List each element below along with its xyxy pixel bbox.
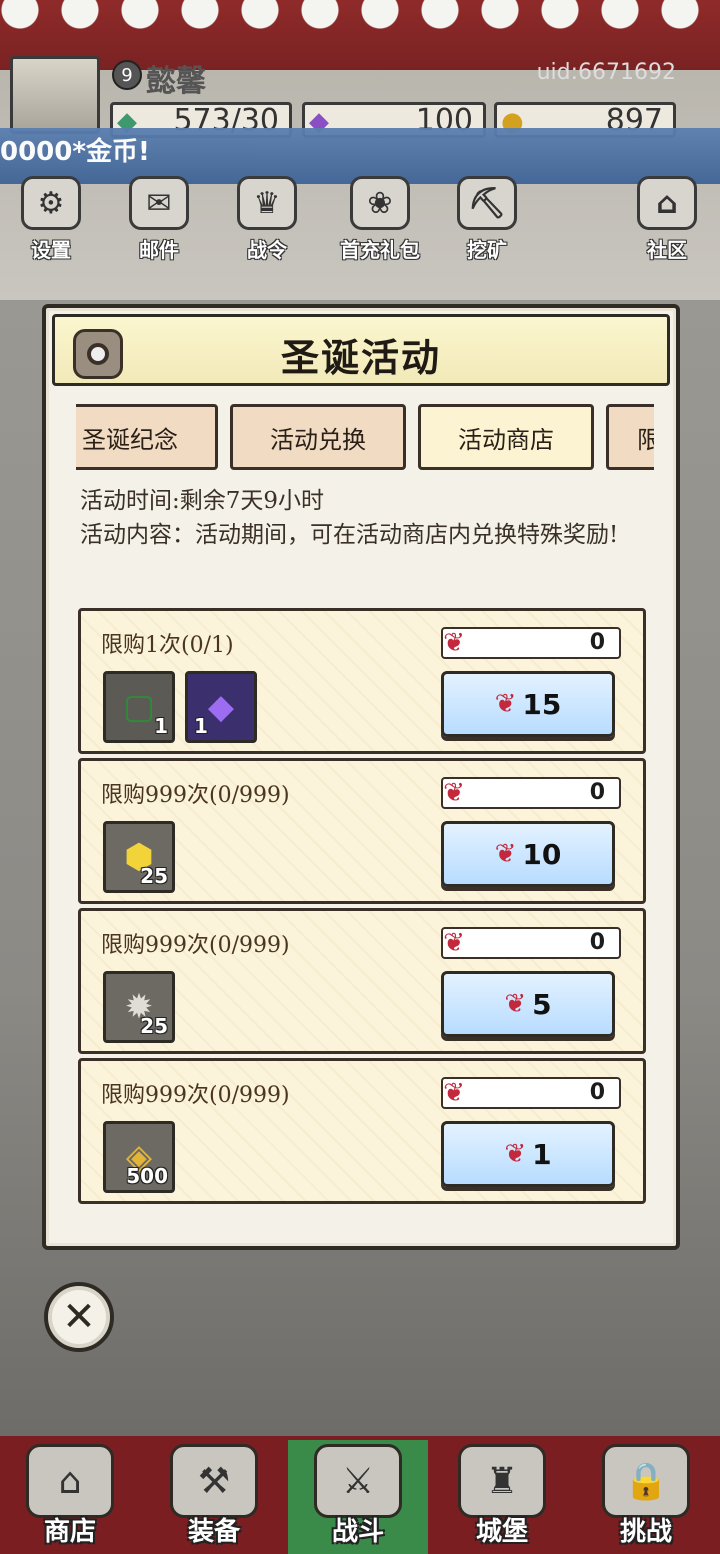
owned-count: ❦ 0 <box>441 1077 621 1109</box>
christmas-event-dialog: 圣诞活动 圣诞纪念 活动兑换 活动商店 限 活动时间:剩余7天9小时 活动内容：… <box>42 304 680 1250</box>
battle-pass-button[interactable]: ♛ 战令 <box>222 176 312 263</box>
reward-slot[interactable]: ⬢ 25 <box>103 821 175 893</box>
uid-text: uid:6671692 <box>536 60 676 85</box>
nav-equipment[interactable]: ⚒ 装备 <box>144 1440 284 1554</box>
reward-qty: 1 <box>154 714 168 738</box>
castle-icon: ♜ <box>458 1444 546 1518</box>
community-button[interactable]: ⌂ 社区 <box>622 176 712 263</box>
buy-button[interactable]: ❦ 15 <box>441 671 615 737</box>
purchase-limit: 限购1次(0/1) <box>101 633 234 658</box>
mining-icon: ⛏ <box>457 176 517 230</box>
purchase-limit: 限购999次(0/999) <box>101 783 290 808</box>
gift-bag-icon: ❀ <box>350 176 410 230</box>
reward-qty: 25 <box>140 1014 168 1038</box>
owned-value: 0 <box>589 930 605 955</box>
nav-label: 装备 <box>187 1517 240 1547</box>
community-label: 社区 <box>647 238 687 262</box>
reward-slot[interactable]: ▢ 1 <box>103 671 175 743</box>
price-value: 5 <box>532 987 552 1021</box>
nav-label: 战斗 <box>331 1517 384 1547</box>
mail-button[interactable]: ✉ 邮件 <box>114 176 204 263</box>
battle-pass-icon: ♛ <box>237 176 297 230</box>
nav-label: 挑战 <box>619 1517 672 1547</box>
nav-castle[interactable]: ♜ 城堡 <box>432 1440 572 1554</box>
tab-bar: 圣诞纪念 活动兑换 活动商店 限 <box>76 404 654 472</box>
candy-cane-icon: ❦ <box>494 689 517 719</box>
player-avatar[interactable] <box>10 56 100 134</box>
close-button[interactable]: ✕ <box>44 1282 114 1352</box>
owned-count: ❦ 0 <box>441 927 621 959</box>
price-value: 10 <box>522 837 562 871</box>
nav-label: 城堡 <box>475 1517 528 1547</box>
shop-item-card: 限购999次(0/999) ❦ 0 ◈ 500 ❦ 1 <box>78 1058 646 1204</box>
owned-value: 0 <box>589 630 605 655</box>
gear-icon: ⚙ <box>21 176 81 230</box>
level-badge: 9 <box>112 60 142 90</box>
marquee-text: 0000*金币! <box>0 137 150 167</box>
price-value: 15 <box>522 687 562 721</box>
shop-item-card: 限购999次(0/999) ❦ 0 ⬢ 25 ❦ 10 <box>78 758 646 904</box>
battle-pass-label: 战令 <box>247 238 287 262</box>
shop-item-card: 限购999次(0/999) ❦ 0 ✹ 25 ❦ 5 <box>78 908 646 1054</box>
shop-icon: ⌂ <box>26 1444 114 1518</box>
nav-label: 商店 <box>43 1517 96 1547</box>
tab-limited[interactable]: 限 <box>606 404 654 470</box>
price-value: 1 <box>532 1137 552 1171</box>
buy-button[interactable]: ❦ 10 <box>441 821 615 887</box>
owned-value: 0 <box>589 1080 605 1105</box>
reward-slot[interactable]: ✹ 25 <box>103 971 175 1043</box>
tab-event-exchange[interactable]: 活动兑换 <box>230 404 406 470</box>
candy-cane-icon: ❦ <box>504 1139 527 1169</box>
lock-icon: 🔒 <box>602 1444 690 1518</box>
candy-cane-icon: ❦ <box>443 628 465 658</box>
event-time-text: 活动时间:剩余7天9小时 <box>80 488 325 514</box>
snow-decoration <box>0 0 720 40</box>
owned-count: ❦ 0 <box>441 627 621 659</box>
candy-cane-icon: ❦ <box>504 989 527 1019</box>
reward-qty: 500 <box>126 1164 168 1188</box>
nav-battle[interactable]: ⚔ 战斗 <box>288 1440 428 1554</box>
buy-button[interactable]: ❦ 1 <box>441 1121 615 1187</box>
candy-cane-icon: ❦ <box>443 1078 465 1108</box>
dialog-header: 圣诞活动 <box>52 314 670 386</box>
settings-button[interactable]: ⚙ 设置 <box>6 176 96 263</box>
reward-qty: 1 <box>194 714 208 738</box>
reward-slot[interactable]: ◈ 500 <box>103 1121 175 1193</box>
reward-qty: 25 <box>140 864 168 888</box>
crossed-swords-icon: ⚔ <box>314 1444 402 1518</box>
mail-icon: ✉ <box>129 176 189 230</box>
candy-cane-icon: ❦ <box>494 839 517 869</box>
first-recharge-button[interactable]: ❀ 首充礼包 <box>334 176 426 263</box>
nav-shop[interactable]: ⌂ 商店 <box>0 1440 140 1554</box>
event-content-text: 活动内容：活动期间，可在活动商店内兑换特殊奖励! <box>80 522 619 548</box>
settings-label: 设置 <box>31 238 71 262</box>
mining-label: 挖矿 <box>467 238 507 262</box>
backpack-icon: ⚒ <box>170 1444 258 1518</box>
nav-challenge[interactable]: 🔒 挑战 <box>576 1440 716 1554</box>
buy-button[interactable]: ❦ 5 <box>441 971 615 1037</box>
reward-slot[interactable]: ◆ 1 <box>185 671 257 743</box>
shop-item-card: 限购1次(0/1) ❦ 0 ▢ 1 ◆ 1 ❦ 15 <box>78 608 646 754</box>
owned-count: ❦ 0 <box>441 777 621 809</box>
mining-button[interactable]: ⛏ 挖矿 <box>442 176 532 263</box>
purchase-limit: 限购999次(0/999) <box>101 933 290 958</box>
player-name: 懿馨 <box>146 64 206 99</box>
owned-value: 0 <box>589 780 605 805</box>
tab-christmas-memorial[interactable]: 圣诞纪念 <box>76 404 218 470</box>
first-recharge-label: 首充礼包 <box>340 238 420 262</box>
community-icon: ⌂ <box>637 176 697 230</box>
candy-cane-icon: ❦ <box>443 928 465 958</box>
close-icon: ✕ <box>62 1294 96 1340</box>
mail-label: 邮件 <box>139 238 179 262</box>
purchase-limit: 限购999次(0/999) <box>101 1083 290 1108</box>
dialog-title: 圣诞活动 <box>280 335 441 380</box>
tab-event-shop[interactable]: 活动商店 <box>418 404 594 470</box>
candy-cane-icon: ❦ <box>443 778 465 808</box>
